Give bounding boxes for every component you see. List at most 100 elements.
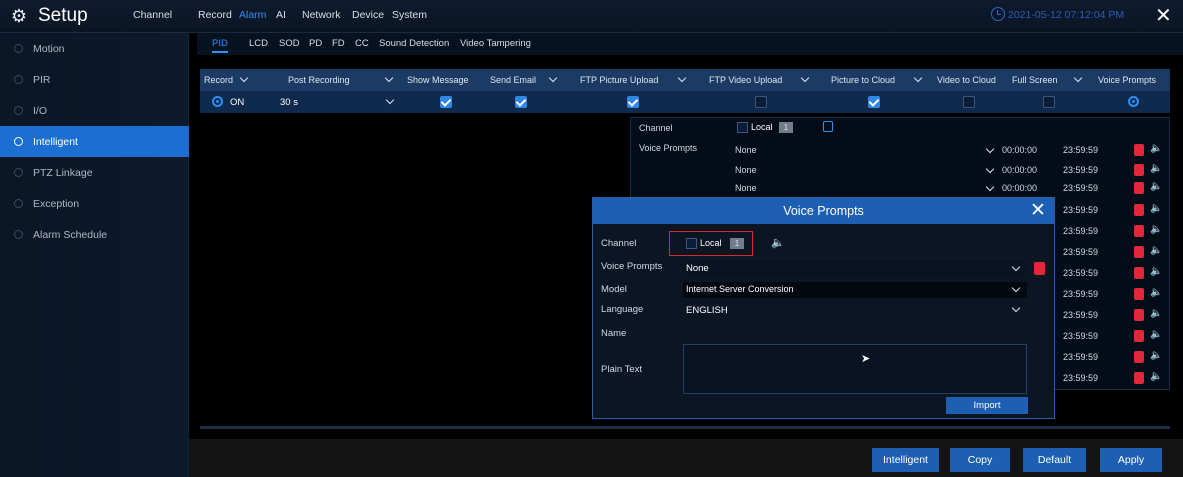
delete-icon[interactable]	[1134, 288, 1144, 300]
close-icon[interactable]: ✕	[1155, 3, 1172, 28]
tab-sound-detection[interactable]: Sound Detection	[379, 38, 449, 49]
speaker-icon[interactable]: 🔈	[1150, 266, 1162, 277]
header-ftp-picture-upload[interactable]: FTP Picture Upload	[580, 75, 658, 85]
delete-icon[interactable]	[1134, 182, 1144, 194]
delete-icon[interactable]	[1134, 144, 1144, 156]
speaker-icon[interactable]: 🔈	[1150, 350, 1162, 361]
speaker-icon[interactable]: 🔈	[1150, 329, 1162, 340]
end-time[interactable]: 23:59:59	[1063, 352, 1098, 362]
delete-icon[interactable]	[1034, 262, 1045, 275]
speaker-icon[interactable]: 🔈	[1150, 371, 1162, 382]
end-time[interactable]: 23:59:59	[1063, 268, 1098, 278]
prompt-value[interactable]: None	[735, 145, 757, 155]
speaker-icon[interactable]: 🔈	[1150, 308, 1162, 319]
model-select[interactable]: Internet Server Conversion	[683, 282, 1027, 298]
tab-video-tampering[interactable]: Video Tampering	[460, 38, 531, 49]
header-record[interactable]: Record	[204, 75, 233, 85]
header-picture-to-cloud[interactable]: Picture to Cloud	[831, 75, 895, 85]
chevron-down-icon[interactable]	[800, 73, 810, 83]
import-button[interactable]: Import	[946, 397, 1028, 414]
ftp-video-upload-checkbox[interactable]	[755, 96, 767, 108]
delete-icon[interactable]	[1134, 204, 1144, 216]
delete-icon[interactable]	[1134, 246, 1144, 258]
end-time[interactable]: 23:59:59	[1063, 310, 1098, 320]
header-ftp-video-upload[interactable]: FTP Video Upload	[709, 75, 782, 85]
tab-pid[interactable]: PID	[212, 38, 228, 53]
delete-icon[interactable]	[1134, 267, 1144, 279]
nav-device[interactable]: Device	[352, 9, 384, 21]
end-time[interactable]: 23:59:59	[1063, 183, 1098, 193]
nav-system[interactable]: System	[392, 9, 427, 21]
delete-icon[interactable]	[1134, 372, 1144, 384]
end-time[interactable]: 23:59:59	[1063, 165, 1098, 175]
copy-button[interactable]: Copy	[950, 448, 1010, 472]
nav-record[interactable]: Record	[198, 9, 232, 21]
sidebar-item-pir[interactable]: PIR	[0, 64, 189, 95]
send-email-checkbox[interactable]	[515, 96, 527, 108]
speaker-icon[interactable]: 🔈	[1150, 287, 1162, 298]
header-send-email[interactable]: Send Email	[490, 75, 536, 85]
close-icon[interactable]: ✕	[1030, 199, 1046, 222]
full-screen-checkbox[interactable]	[1043, 96, 1055, 108]
picture-to-cloud-checkbox[interactable]	[868, 96, 880, 108]
end-time[interactable]: 23:59:59	[1063, 331, 1098, 341]
prompt-value[interactable]: None	[735, 165, 757, 175]
copy-icon[interactable]	[823, 121, 833, 132]
chevron-down-icon[interactable]	[548, 73, 558, 83]
tab-fd[interactable]: FD	[332, 38, 345, 49]
sidebar-item-motion[interactable]: Motion	[0, 33, 189, 64]
nav-network[interactable]: Network	[302, 9, 341, 21]
end-time[interactable]: 23:59:59	[1063, 289, 1098, 299]
nav-alarm[interactable]: Alarm	[239, 9, 266, 21]
record-radio[interactable]	[212, 96, 223, 107]
chevron-down-icon[interactable]	[985, 144, 995, 154]
language-select[interactable]: ENGLISH	[683, 303, 1027, 319]
sidebar-item-exception[interactable]: Exception	[0, 188, 189, 219]
header-full-screen[interactable]: Full Screen	[1012, 75, 1058, 85]
speaker-icon[interactable]: 🔈	[1150, 163, 1162, 174]
end-time[interactable]: 23:59:59	[1063, 247, 1098, 257]
chevron-down-icon[interactable]	[677, 73, 687, 83]
video-to-cloud-checkbox[interactable]	[963, 96, 975, 108]
end-time[interactable]: 23:59:59	[1063, 145, 1098, 155]
prompt-value[interactable]: None	[735, 183, 757, 193]
delete-icon[interactable]	[1134, 309, 1144, 321]
end-time[interactable]: 23:59:59	[1063, 373, 1098, 383]
tab-sod[interactable]: SOD	[279, 38, 300, 49]
plain-text-input[interactable]	[683, 344, 1027, 394]
speaker-icon[interactable]: 🔈	[1150, 245, 1162, 256]
delete-icon[interactable]	[1134, 351, 1144, 363]
start-time[interactable]: 00:00:00	[1002, 183, 1037, 193]
speaker-icon[interactable]: 🔈	[1150, 224, 1162, 235]
local-checkbox[interactable]	[737, 122, 748, 133]
delete-icon[interactable]	[1134, 330, 1144, 342]
nav-channel[interactable]: Channel	[133, 9, 172, 21]
end-time[interactable]: 23:59:59	[1063, 226, 1098, 236]
speaker-icon[interactable]: 🔈	[1150, 203, 1162, 214]
apply-button[interactable]: Apply	[1100, 448, 1162, 472]
nav-ai[interactable]: AI	[276, 9, 286, 21]
start-time[interactable]: 00:00:00	[1002, 145, 1037, 155]
show-message-checkbox[interactable]	[440, 96, 452, 108]
chevron-down-icon[interactable]	[384, 73, 394, 83]
sidebar-item-ptz-linkage[interactable]: PTZ Linkage	[0, 157, 189, 188]
delete-icon[interactable]	[1134, 225, 1144, 237]
ftp-picture-upload-checkbox[interactable]	[627, 96, 639, 108]
speaker-icon[interactable]: 🔈	[1150, 181, 1162, 192]
tab-pd[interactable]: PD	[309, 38, 322, 49]
sidebar-item-io[interactable]: I/O	[0, 95, 189, 126]
tab-cc[interactable]: CC	[355, 38, 369, 49]
chevron-down-icon[interactable]	[239, 73, 249, 83]
voice-prompts-select[interactable]: None	[683, 261, 1027, 277]
speaker-icon[interactable]: 🔈	[771, 236, 785, 249]
end-time[interactable]: 23:59:59	[1063, 205, 1098, 215]
intelligent-button[interactable]: Intelligent	[872, 448, 939, 472]
voice-prompts-radio[interactable]	[1128, 96, 1139, 107]
tab-lcd[interactable]: LCD	[249, 38, 268, 49]
start-time[interactable]: 00:00:00	[1002, 165, 1037, 175]
chevron-down-icon[interactable]	[385, 95, 395, 105]
speaker-icon[interactable]: 🔈	[1150, 143, 1162, 154]
chevron-down-icon[interactable]	[1073, 73, 1083, 83]
chevron-down-icon[interactable]	[913, 73, 923, 83]
post-recording-value[interactable]: 30 s	[280, 97, 298, 108]
